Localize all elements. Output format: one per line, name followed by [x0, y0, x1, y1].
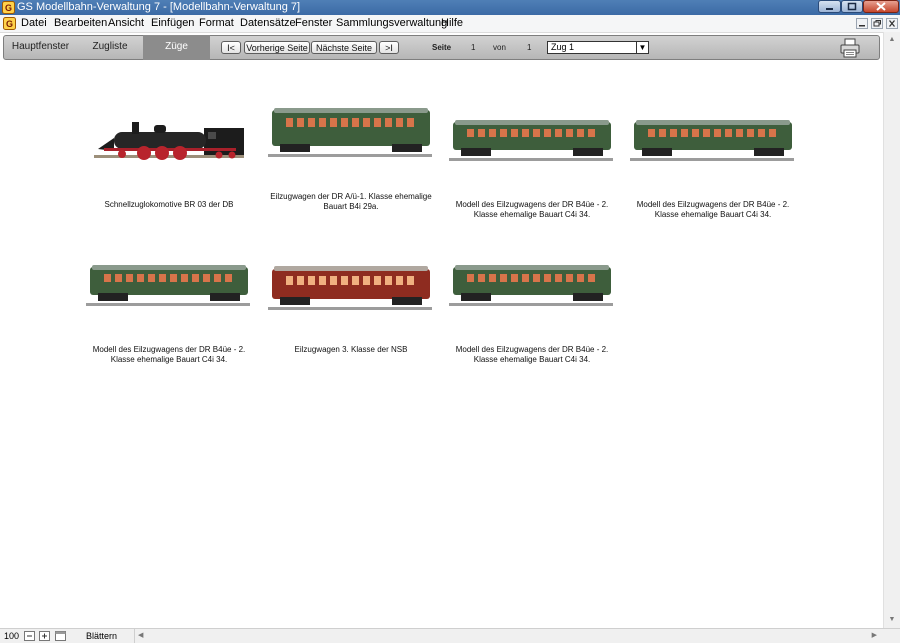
zoom-level: 100: [4, 631, 20, 641]
wagon-image: [268, 108, 432, 157]
maximize-button[interactable]: [841, 0, 863, 13]
mdi-restore-button[interactable]: [871, 18, 883, 29]
page-total: 1: [527, 43, 532, 52]
train-select[interactable]: Zug 1 ▼: [547, 41, 649, 54]
printer-icon[interactable]: [839, 37, 861, 59]
wagon-image: [630, 120, 794, 161]
vehicle-caption: Modell des Eilzugwagens der DR B4üe - 2.…: [636, 200, 790, 219]
maximize-icon: [873, 20, 881, 27]
scroll-down-icon[interactable]: ▼: [884, 614, 900, 626]
horizontal-scrollbar[interactable]: ◀ ▶: [134, 629, 883, 643]
close-button[interactable]: [863, 0, 899, 13]
maximize-icon: [847, 2, 857, 11]
title-bar: G GS Modellbahn-Verwaltung 7 - [Modellba…: [0, 0, 900, 15]
next-page-button[interactable]: Nächste Seite: [311, 41, 377, 54]
app-icon: G: [2, 1, 15, 14]
status-bar: 100 Blättern ◀ ▶: [0, 628, 900, 643]
svg-text:G: G: [6, 19, 13, 29]
wagon-image: [449, 120, 613, 161]
vehicle-caption: Modell des Eilzugwagens der DR B4üe - 2.…: [92, 345, 246, 364]
wagon-image: [449, 265, 613, 306]
tab-zuege[interactable]: Züge: [143, 35, 210, 60]
window-title: GS Modellbahn-Verwaltung 7 - [Modellbahn…: [17, 1, 301, 13]
vehicle-caption: Schnellzuglokomotive BR 03 der DB: [104, 200, 234, 209]
zoom-in-icon[interactable]: [39, 631, 50, 641]
mdi-close-button[interactable]: [886, 18, 898, 29]
close-icon: [889, 20, 895, 27]
tab-zugliste[interactable]: Zugliste: [77, 35, 143, 60]
menu-bar: G Datei Bearbeiten Ansicht Einfügen Form…: [0, 15, 900, 33]
page-label: Seite: [432, 43, 452, 52]
vehicle-caption: Eilzugwagen der DR A/ü-1. Klasse ehemali…: [270, 192, 432, 211]
scroll-up-icon[interactable]: ▲: [884, 34, 900, 46]
mdi-minimize-button[interactable]: [856, 18, 868, 29]
zoom-out-icon[interactable]: [24, 631, 35, 641]
wagon-image: [268, 266, 432, 310]
page-of-label: von: [493, 43, 506, 52]
page-current: 1: [471, 43, 476, 52]
minimize-button[interactable]: [818, 0, 841, 13]
vehicle-caption: Eilzugwagen 3. Klasse der NSB: [294, 345, 408, 354]
scroll-right-icon[interactable]: ▶: [872, 629, 877, 643]
svg-text:G: G: [5, 3, 12, 13]
locomotive-image: [94, 122, 244, 160]
menu-fenster[interactable]: Fenster: [295, 15, 332, 32]
menu-sammlungsverwaltung[interactable]: Sammlungsverwaltung: [336, 15, 447, 32]
minimize-icon: [859, 25, 865, 27]
mode-label[interactable]: Blättern: [86, 629, 117, 643]
vehicle-caption: Modell des Eilzugwagens der DR B4üe - 2.…: [455, 200, 609, 219]
vehicle-caption: Modell des Eilzugwagens der DR B4üe - 2.…: [455, 345, 609, 364]
menu-datensaetze[interactable]: Datensätze: [240, 15, 296, 32]
tab-hauptfenster[interactable]: Hauptfenster: [4, 35, 77, 60]
menu-datei[interactable]: Datei: [21, 15, 47, 32]
close-icon: [876, 2, 886, 11]
document-icon[interactable]: G: [3, 17, 16, 30]
train-select-value: Zug 1: [551, 42, 575, 52]
menu-ansicht[interactable]: Ansicht: [108, 15, 144, 32]
menu-einfuegen[interactable]: Einfügen: [151, 15, 194, 32]
menu-hilfe[interactable]: Hilfe: [441, 15, 463, 32]
menu-bearbeiten[interactable]: Bearbeiten: [54, 15, 107, 32]
scroll-left-icon[interactable]: ◀: [138, 629, 143, 643]
last-page-button[interactable]: >I: [379, 41, 399, 54]
chevron-down-icon: ▼: [636, 42, 648, 53]
menu-format[interactable]: Format: [199, 15, 234, 32]
previous-page-button[interactable]: Vorherige Seite: [244, 41, 310, 54]
layout-icon[interactable]: [55, 631, 66, 641]
vertical-scrollbar[interactable]: ▲ ▼: [883, 32, 900, 628]
minimize-icon: [826, 8, 833, 10]
navigation-bar: Hauptfenster Zugliste Züge I< Vorherige …: [3, 35, 880, 60]
wagon-image: [86, 265, 250, 306]
first-page-button[interactable]: I<: [221, 41, 241, 54]
